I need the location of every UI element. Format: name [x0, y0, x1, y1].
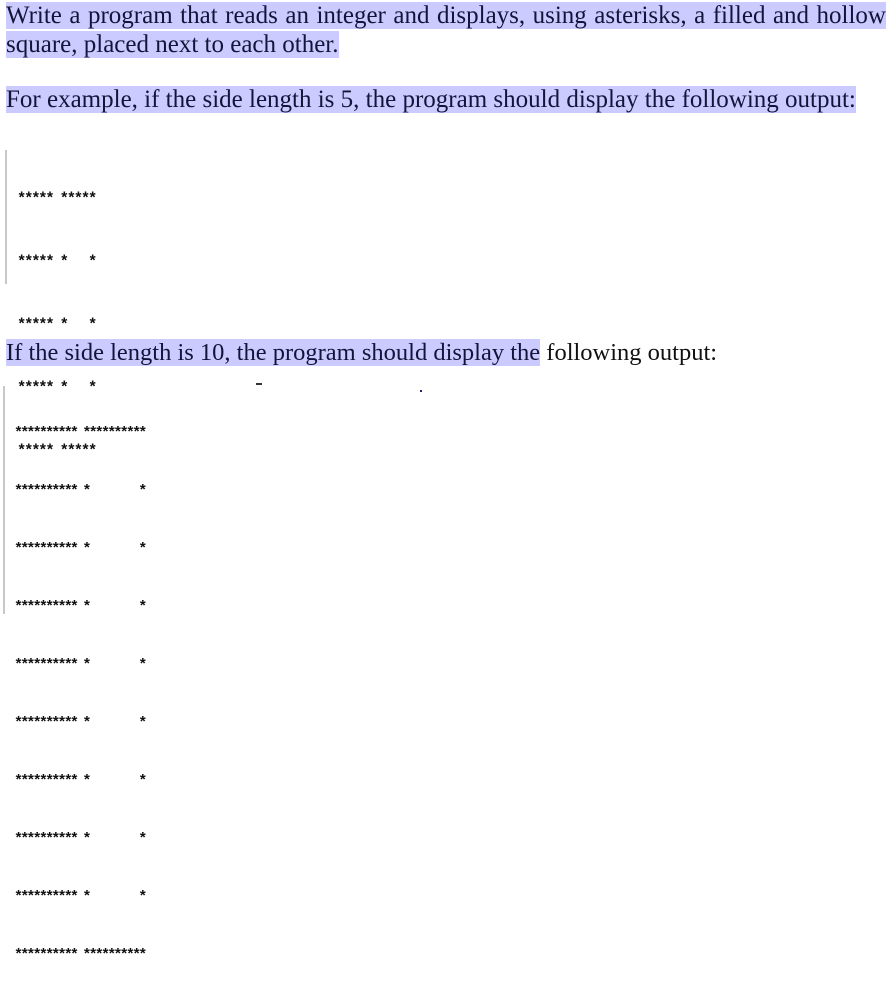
- console-row: ***** * *: [17, 253, 97, 271]
- console-row: ***** * *: [17, 316, 97, 334]
- console-row: ********** * *: [14, 598, 147, 616]
- example-10-intro-rest: following output:: [540, 339, 718, 366]
- stray-dot: [420, 390, 422, 392]
- console-row: ********** * *: [14, 772, 147, 790]
- problem-statement-text: Write a program that reads an integer an…: [6, 2, 886, 58]
- console-row: ********** * *: [14, 540, 147, 558]
- console-row: ********** * *: [14, 888, 147, 906]
- example-5-intro: For example, if the side length is 5, th…: [6, 85, 886, 114]
- console-row: ********** **********: [14, 424, 147, 442]
- console-row: ***** *****: [17, 190, 97, 208]
- console-row: ********** * *: [14, 714, 147, 732]
- console-row: ********** * *: [14, 830, 147, 848]
- console-row: ********** * *: [14, 656, 147, 674]
- example-5-intro-text: For example, if the side length is 5, th…: [6, 86, 856, 113]
- problem-statement: Write a program that reads an integer an…: [6, 1, 886, 59]
- example-10-intro-highlighted: If the side length is 10, the program sh…: [6, 339, 541, 366]
- stray-mark: [256, 383, 262, 385]
- console-row: ********** * *: [14, 482, 147, 500]
- example-10-intro: If the side length is 10, the program sh…: [6, 338, 886, 367]
- output-console-size-5: ***** ***** ***** * * ***** * * ***** * …: [5, 150, 97, 460]
- console-row: ********** **********: [14, 946, 147, 964]
- output-console-size-10: ********** ********** ********** * * ***…: [3, 386, 147, 964]
